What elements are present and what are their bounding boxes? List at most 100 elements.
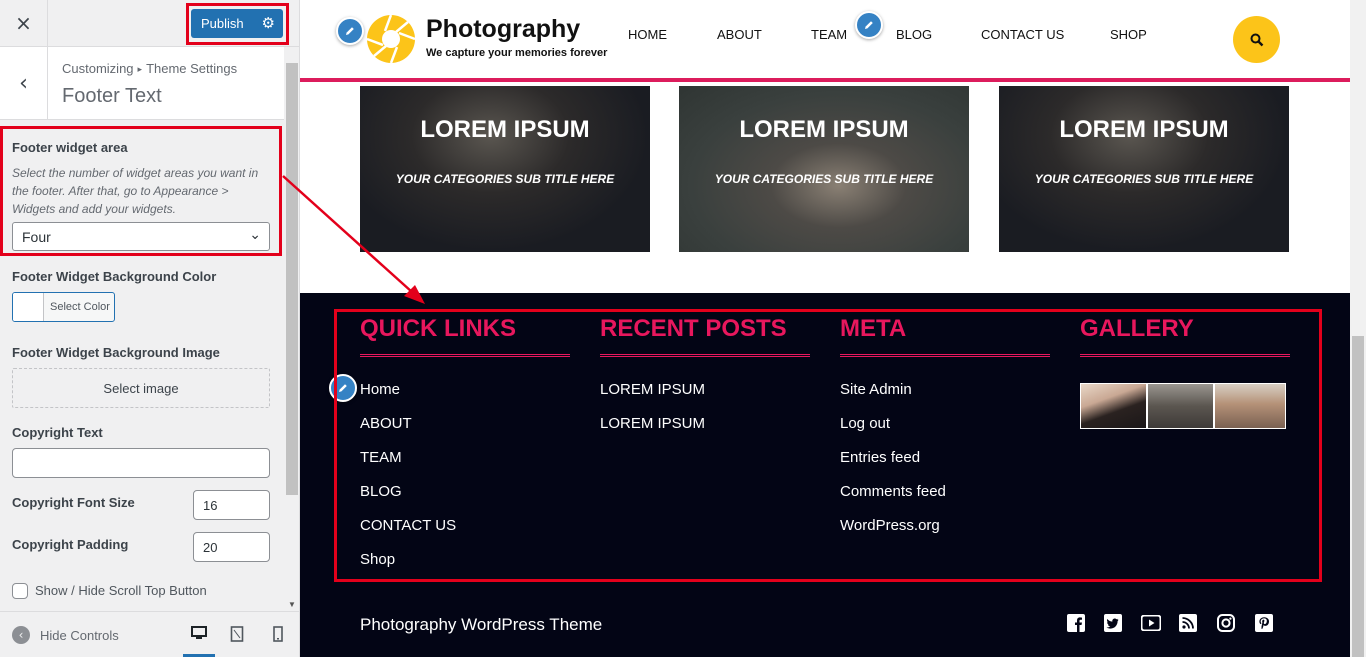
close-customizer-button[interactable]: × — [0, 0, 48, 46]
mobile-icon — [273, 626, 283, 642]
category-card-title: LOREM IPSUM — [739, 116, 909, 143]
meta-site-admin[interactable]: Site Admin — [840, 381, 912, 398]
desktop-preview-button[interactable] — [183, 623, 215, 657]
meta-log-out[interactable]: Log out — [840, 415, 890, 432]
category-card-image — [679, 86, 969, 252]
nav-blog[interactable]: BLOG — [896, 27, 932, 42]
scroll-top-checkbox[interactable] — [12, 583, 28, 599]
meta-wordpress-org[interactable]: WordPress.org — [840, 517, 940, 534]
category-card[interactable]: LOREM IPSUM YOUR CATEGORIES SUB TITLE HE… — [679, 86, 969, 252]
copyright-padding-input[interactable]: 20 — [193, 532, 270, 562]
category-card-title: LOREM IPSUM — [420, 116, 590, 143]
facebook-icon[interactable] — [1066, 613, 1086, 633]
rss-icon[interactable] — [1178, 613, 1198, 633]
category-card[interactable]: LOREM IPSUM YOUR CATEGORIES SUB TITLE HE… — [360, 86, 650, 252]
category-card-subtitle: YOUR CATEGORIES SUB TITLE HERE — [1034, 172, 1254, 186]
youtube-icon[interactable] — [1141, 613, 1161, 633]
publish-button[interactable]: Publish ⚙ — [191, 9, 283, 38]
select-image-button[interactable]: Select image — [12, 368, 270, 408]
copyright-font-size-input[interactable]: 16 — [193, 490, 270, 520]
close-icon: × — [15, 11, 32, 35]
tablet-preview-button[interactable] — [226, 623, 248, 645]
search-icon — [1250, 33, 1263, 46]
gear-icon[interactable]: ⚙ — [262, 14, 275, 32]
bg-image-label: Footer Widget Background Image — [12, 345, 220, 360]
breadcrumb-parent: Theme Settings — [146, 61, 238, 76]
meta-divider — [840, 354, 1050, 357]
back-button[interactable]: ‹ — [0, 47, 48, 119]
breadcrumb: Customizing ▸ Theme Settings — [62, 61, 237, 76]
select-color-label: Select Color — [50, 301, 110, 313]
nav-team[interactable]: TEAM — [811, 27, 847, 42]
site-preview: Photography We capture your memories for… — [300, 0, 1350, 657]
recent-posts-divider — [600, 354, 810, 357]
aperture-logo-icon[interactable] — [366, 14, 416, 64]
category-card-image — [360, 86, 650, 252]
search-button[interactable] — [1233, 16, 1280, 63]
gallery-title: GALLERY — [1080, 315, 1194, 342]
instagram-icon[interactable] — [1216, 613, 1236, 633]
quick-link-contact-us[interactable]: CONTACT US — [360, 517, 456, 534]
select-color-button[interactable]: Select Color — [12, 292, 115, 322]
site-tagline: We capture your memories forever — [426, 47, 608, 59]
chevron-left-icon: ‹ — [19, 70, 28, 96]
quick-links-title: QUICK LINKS — [360, 315, 516, 342]
color-swatch — [13, 293, 44, 321]
scroll-top-label: Show / Hide Scroll Top Button — [35, 583, 207, 598]
site-footer: QUICK LINKS Home ABOUT TEAM BLOG CONTACT… — [300, 293, 1350, 657]
edit-logo-pencil-icon[interactable] — [336, 17, 364, 45]
footer-widget-area-description: Select the number of widget areas you wa… — [12, 166, 259, 216]
edit-widget-pencil-icon[interactable] — [329, 374, 357, 402]
meta-comments-feed[interactable]: Comments feed — [840, 483, 946, 500]
pinterest-icon[interactable] — [1254, 613, 1274, 633]
copyright-text-input[interactable] — [12, 448, 270, 478]
recent-post-link[interactable]: LOREM IPSUM — [600, 381, 705, 398]
nav-home[interactable]: HOME — [628, 27, 667, 42]
quick-links-divider — [360, 354, 570, 357]
scroll-down-icon[interactable]: ▼ — [288, 600, 296, 609]
bg-color-label: Footer Widget Background Color — [12, 269, 217, 284]
quick-link-about[interactable]: ABOUT — [360, 415, 412, 432]
breadcrumb-separator: ▸ — [137, 64, 143, 74]
site-title[interactable]: Photography — [426, 15, 580, 44]
sidebar-scrollbar[interactable]: ▼ — [284, 47, 299, 611]
recent-post-link[interactable]: LOREM IPSUM — [600, 415, 705, 432]
twitter-icon[interactable] — [1103, 613, 1123, 633]
gallery-thumbnail[interactable] — [1080, 383, 1147, 429]
collapse-icon: ‹ — [12, 626, 30, 644]
preview-scrollbar[interactable] — [1350, 0, 1366, 657]
quick-link-blog[interactable]: BLOG — [360, 483, 402, 500]
customizer-top-bar: × Publish ⚙ — [0, 0, 299, 47]
nav-contact-us[interactable]: CONTACT US — [981, 27, 1064, 42]
quick-link-team[interactable]: TEAM — [360, 449, 402, 466]
sidebar-scroll-thumb[interactable] — [286, 63, 298, 495]
recent-posts-title: RECENT POSTS — [600, 315, 787, 342]
category-card-subtitle: YOUR CATEGORIES SUB TITLE HERE — [714, 172, 934, 186]
customizer-sidebar: × Publish ⚙ ‹ Customizing ▸ Theme Settings… — [0, 0, 300, 657]
nav-shop[interactable]: SHOP — [1110, 27, 1147, 42]
tablet-icon — [230, 626, 244, 642]
section-title: Footer Text — [62, 85, 162, 107]
chevron-down-icon: ⌄ — [249, 227, 261, 243]
hide-controls-button[interactable]: ‹ Hide Controls — [12, 626, 119, 644]
copyright-font-size-label: Copyright Font Size — [12, 495, 135, 510]
copyright-text-label: Copyright Text — [12, 425, 103, 440]
category-card-title: LOREM IPSUM — [1059, 116, 1229, 143]
copyright-padding-label: Copyright Padding — [12, 537, 129, 552]
quick-link-shop[interactable]: Shop — [360, 551, 395, 568]
preview-scroll-thumb[interactable] — [1352, 336, 1364, 657]
breadcrumb-root: Customizing — [62, 61, 134, 76]
gallery-divider — [1080, 354, 1290, 357]
nav-about[interactable]: ABOUT — [717, 27, 762, 42]
edit-menu-pencil-icon[interactable] — [855, 11, 883, 39]
quick-link-home[interactable]: Home — [360, 381, 400, 398]
site-header: Photography We capture your memories for… — [300, 0, 1350, 82]
meta-entries-feed[interactable]: Entries feed — [840, 449, 920, 466]
footer-widget-area-label: Footer widget area — [12, 140, 128, 155]
gallery-thumbnail[interactable] — [1214, 383, 1286, 429]
category-card[interactable]: LOREM IPSUM YOUR CATEGORIES SUB TITLE HE… — [999, 86, 1289, 252]
hide-controls-label: Hide Controls — [40, 627, 119, 643]
gallery-thumbnail[interactable] — [1147, 383, 1214, 429]
footer-widget-area-select[interactable]: Four ⌄ — [12, 222, 270, 251]
mobile-preview-button[interactable] — [267, 623, 289, 645]
